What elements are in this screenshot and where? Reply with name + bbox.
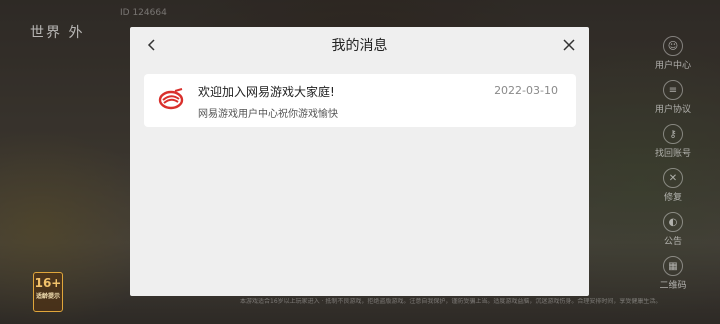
game-logo: 世界 外	[30, 25, 85, 41]
side-item-user-center[interactable]: ☺ 用户中心	[655, 36, 691, 80]
message-title: 欢迎加入网易游戏大家庭!	[198, 85, 335, 99]
dialog-title: 我的消息	[331, 38, 388, 54]
messages-dialog: 我的消息 欢迎加入网易游戏大家庭! 网易游戏用户中心祝你游戏愉快 2022-03…	[130, 27, 589, 296]
side-item-recover-account[interactable]: ⚷ 找回账号	[655, 124, 691, 168]
wrench-icon: ✕	[663, 168, 683, 188]
key-icon: ⚷	[662, 124, 683, 144]
chevron-left-icon	[147, 39, 155, 51]
side-item-label: 找回账号	[654, 149, 691, 159]
dialog-header: 我的消息	[130, 27, 589, 63]
side-menu: ☺ 用户中心 ≡ 用户协议 ⚷ 找回账号 ✕ 修复 ◐ 公告 ▦ 二维码	[646, 36, 700, 300]
message-item[interactable]: 欢迎加入网易游戏大家庭! 网易游戏用户中心祝你游戏愉快 2022-03-10	[144, 74, 576, 127]
health-notice-footer: 本游戏适合16岁以上玩家进入 · 抵制不良游戏，拒绝盗版游戏。注意自我保护，谨防…	[240, 298, 660, 305]
document-icon: ≡	[662, 80, 683, 100]
age-rating-label: 适龄提示	[35, 293, 60, 300]
qrcode-icon: ▦	[662, 256, 683, 276]
age-rating-badge: 16+ 适龄提示	[33, 272, 63, 312]
side-item-user-agreement[interactable]: ≡ 用户协议	[655, 80, 691, 124]
side-item-label: 公告	[663, 237, 682, 247]
netease-logo-icon	[158, 88, 184, 110]
side-item-label: 用户协议	[654, 105, 691, 115]
user-icon: ☺	[662, 36, 683, 56]
side-item-announcement[interactable]: ◐ 公告	[663, 212, 683, 256]
message-subtitle: 网易游戏用户中心祝你游戏愉快	[198, 109, 338, 120]
player-id-text: ID 124664	[120, 8, 167, 18]
message-date: 2022-03-10	[494, 84, 558, 97]
megaphone-icon: ◐	[663, 212, 683, 232]
side-item-label: 用户中心	[654, 61, 691, 71]
age-rating-number: 16+	[34, 276, 62, 290]
side-item-repair[interactable]: ✕ 修复	[663, 168, 683, 212]
side-item-label: 修复	[663, 193, 682, 203]
close-icon	[563, 39, 575, 51]
side-item-label: 二维码	[659, 281, 687, 291]
side-item-qrcode[interactable]: ▦ 二维码	[659, 256, 687, 300]
close-button[interactable]	[559, 35, 579, 55]
back-button[interactable]	[142, 35, 162, 55]
